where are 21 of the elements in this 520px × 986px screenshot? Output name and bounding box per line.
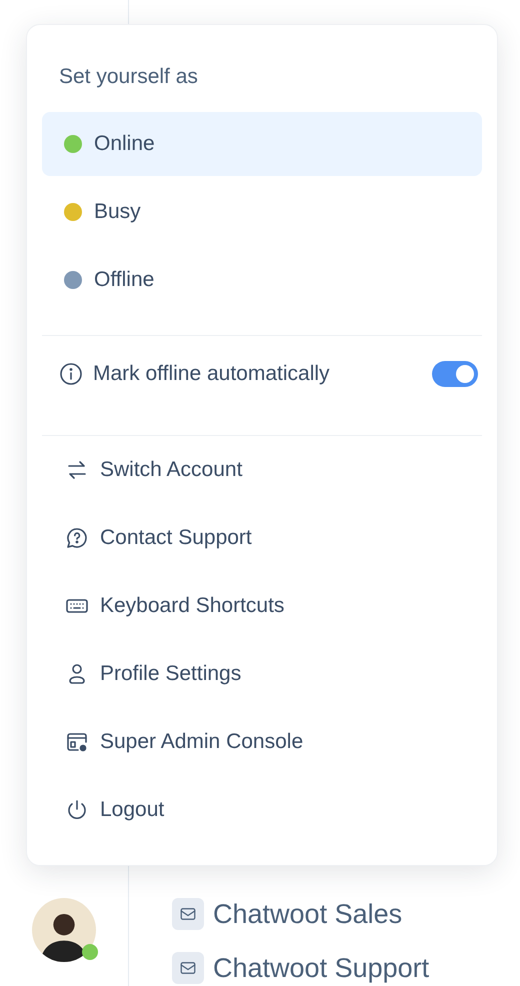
auto-offline-toggle[interactable]: [432, 361, 478, 387]
power-icon: [65, 798, 89, 822]
mail-icon: [172, 898, 204, 930]
status-option[interactable]: Offline: [42, 248, 482, 312]
menu-item[interactable]: Switch Account: [100, 458, 242, 482]
admin-window-icon: [65, 730, 89, 754]
menu-item[interactable]: Super Admin Console: [100, 730, 304, 754]
question-bubble-icon: [65, 526, 89, 550]
menu-item[interactable]: Profile Settings: [100, 662, 242, 686]
inbox-link[interactable]: Chatwoot Support: [213, 952, 430, 984]
inbox-link[interactable]: Chatwoot Sales: [213, 898, 402, 930]
status-option[interactable]: Online: [42, 112, 482, 176]
toggle-label: Mark offline automatically: [93, 362, 330, 386]
status-dot: [82, 944, 98, 960]
mail-icon: [172, 952, 204, 984]
info-icon: [59, 362, 83, 386]
menu-item[interactable]: Contact Support: [100, 526, 252, 550]
menu-item[interactable]: Logout: [100, 798, 164, 822]
menu-item[interactable]: Keyboard Shortcuts: [100, 594, 284, 618]
menu-heading: Set yourself as: [58, 65, 199, 89]
status-option[interactable]: Busy: [42, 180, 482, 244]
